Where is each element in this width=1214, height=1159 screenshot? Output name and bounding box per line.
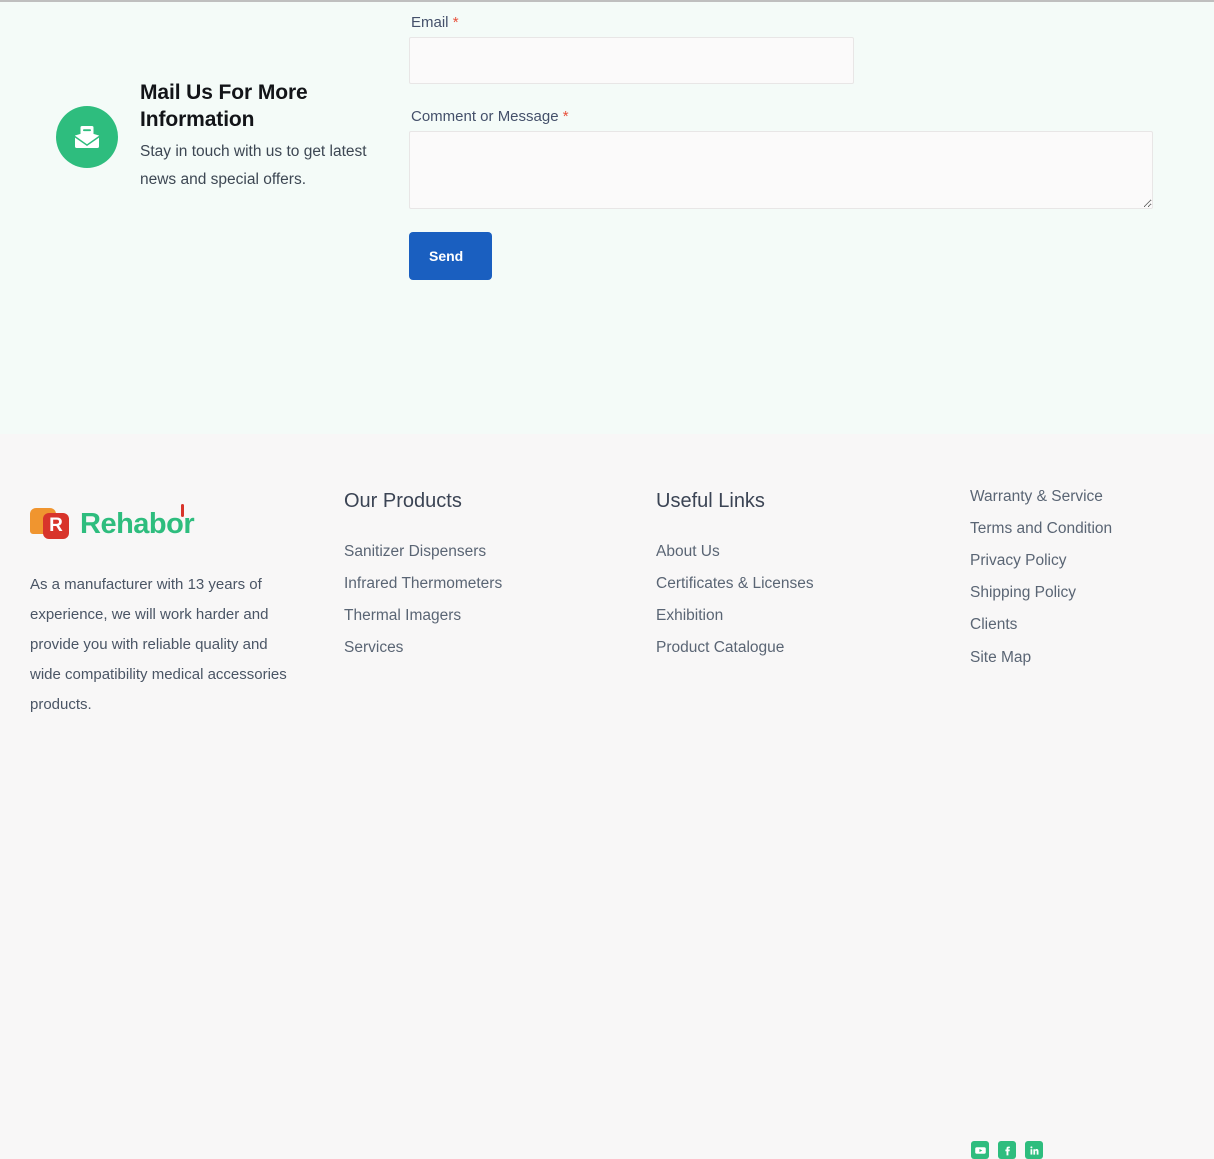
footer-link-exhibition[interactable]: Exhibition	[656, 607, 723, 624]
footer-link-infrared-thermometers[interactable]: Infrared Thermometers	[344, 575, 502, 592]
message-label-text: Comment or Message	[411, 108, 559, 125]
footer-link-product-catalogue[interactable]: Product Catalogue	[656, 639, 784, 656]
logo-letter: R	[49, 515, 63, 536]
list-item: Infrared Thermometers	[344, 571, 624, 596]
footer-link-clients[interactable]: Clients	[970, 616, 1017, 633]
footer-link-shipping-policy[interactable]: Shipping Policy	[970, 584, 1076, 601]
email-label-text: Email	[411, 14, 449, 31]
list-item: Warranty & Service	[970, 484, 1200, 509]
list-item: Terms and Condition	[970, 516, 1200, 541]
list-item: Services	[344, 635, 624, 660]
rehabor-logo[interactable]: R Rehabor	[30, 503, 305, 542]
list-item: Sanitizer Dispensers	[344, 539, 624, 564]
message-label: Comment or Message *	[411, 108, 1153, 125]
youtube-icon[interactable]	[971, 1141, 989, 1159]
social-links-row	[971, 1141, 1043, 1159]
list-item: Exhibition	[656, 603, 936, 628]
logo-wordmark: Rehabor	[80, 503, 195, 541]
message-required-marker: *	[562, 108, 569, 125]
open-envelope-mail-icon	[56, 106, 118, 168]
footer-brand-column: R Rehabor As a manufacturer with 13 year…	[30, 503, 305, 720]
logo-wordmark-text: Rehabor	[80, 507, 195, 540]
footer-link-thermal-imagers[interactable]: Thermal Imagers	[344, 607, 461, 624]
footer-link-sanitizer-dispensers[interactable]: Sanitizer Dispensers	[344, 543, 486, 560]
footer-link-terms-and-condition[interactable]: Terms and Condition	[970, 520, 1112, 537]
footer-column-our-products: Our Products Sanitizer Dispensers Infrar…	[344, 490, 624, 667]
logo-mark-icon: R	[30, 506, 78, 542]
brand-description: As a manufacturer with 13 years of exper…	[30, 576, 287, 713]
footer-column-policies: Warranty & Service Terms and Condition P…	[970, 484, 1200, 677]
message-textarea[interactable]	[409, 131, 1153, 209]
list-item: Thermal Imagers	[344, 603, 624, 628]
logo-square-red: R	[43, 513, 69, 539]
list-item: Privacy Policy	[970, 548, 1200, 573]
contact-info-block: Mail Us For More Information Stay in tou…	[56, 80, 401, 195]
thermometer-accent-icon	[181, 503, 185, 517]
footer-heading-useful-links: Useful Links	[656, 490, 765, 512]
contact-form: Email * Comment or Message * Send	[409, 14, 1153, 280]
footer-link-list-useful: About Us Certificates & Licenses Exhibit…	[656, 539, 936, 660]
contact-subtitle: Stay in touch with us to get latest news…	[140, 142, 367, 189]
footer-column-useful-links: Useful Links About Us Certificates & Lic…	[656, 490, 936, 667]
contact-heading: Mail Us For More Information	[140, 81, 308, 131]
form-spacer	[409, 84, 1153, 108]
email-label: Email *	[411, 14, 1153, 31]
linkedin-icon[interactable]	[1025, 1141, 1043, 1159]
form-spacer-2	[409, 209, 1153, 232]
facebook-icon[interactable]	[998, 1141, 1016, 1159]
list-item: Product Catalogue	[656, 635, 936, 660]
list-item: Clients	[970, 612, 1200, 637]
page-root: Mail Us For More Information Stay in tou…	[0, 0, 1214, 1159]
contact-section: Mail Us For More Information Stay in tou…	[0, 2, 1214, 434]
footer-link-list-products: Sanitizer Dispensers Infrared Thermomete…	[344, 539, 624, 660]
list-item: Certificates & Licenses	[656, 571, 936, 596]
footer-link-site-map[interactable]: Site Map	[970, 649, 1031, 666]
list-item: About Us	[656, 539, 936, 564]
footer-link-list-policies: Warranty & Service Terms and Condition P…	[970, 484, 1200, 670]
list-item: Shipping Policy	[970, 580, 1200, 605]
footer-link-warranty-service[interactable]: Warranty & Service	[970, 488, 1103, 505]
list-item: Site Map	[970, 645, 1200, 670]
footer-link-certificates-licenses[interactable]: Certificates & Licenses	[656, 575, 814, 592]
site-footer: R Rehabor As a manufacturer with 13 year…	[0, 434, 1214, 1159]
contact-text-block: Mail Us For More Information Stay in tou…	[140, 80, 401, 195]
footer-link-privacy-policy[interactable]: Privacy Policy	[970, 552, 1066, 569]
send-button[interactable]: Send	[409, 232, 492, 280]
email-input[interactable]	[409, 37, 854, 84]
email-required-marker: *	[452, 14, 459, 31]
footer-link-about-us[interactable]: About Us	[656, 543, 720, 560]
footer-link-services[interactable]: Services	[344, 639, 403, 656]
footer-heading-our-products: Our Products	[344, 490, 462, 512]
